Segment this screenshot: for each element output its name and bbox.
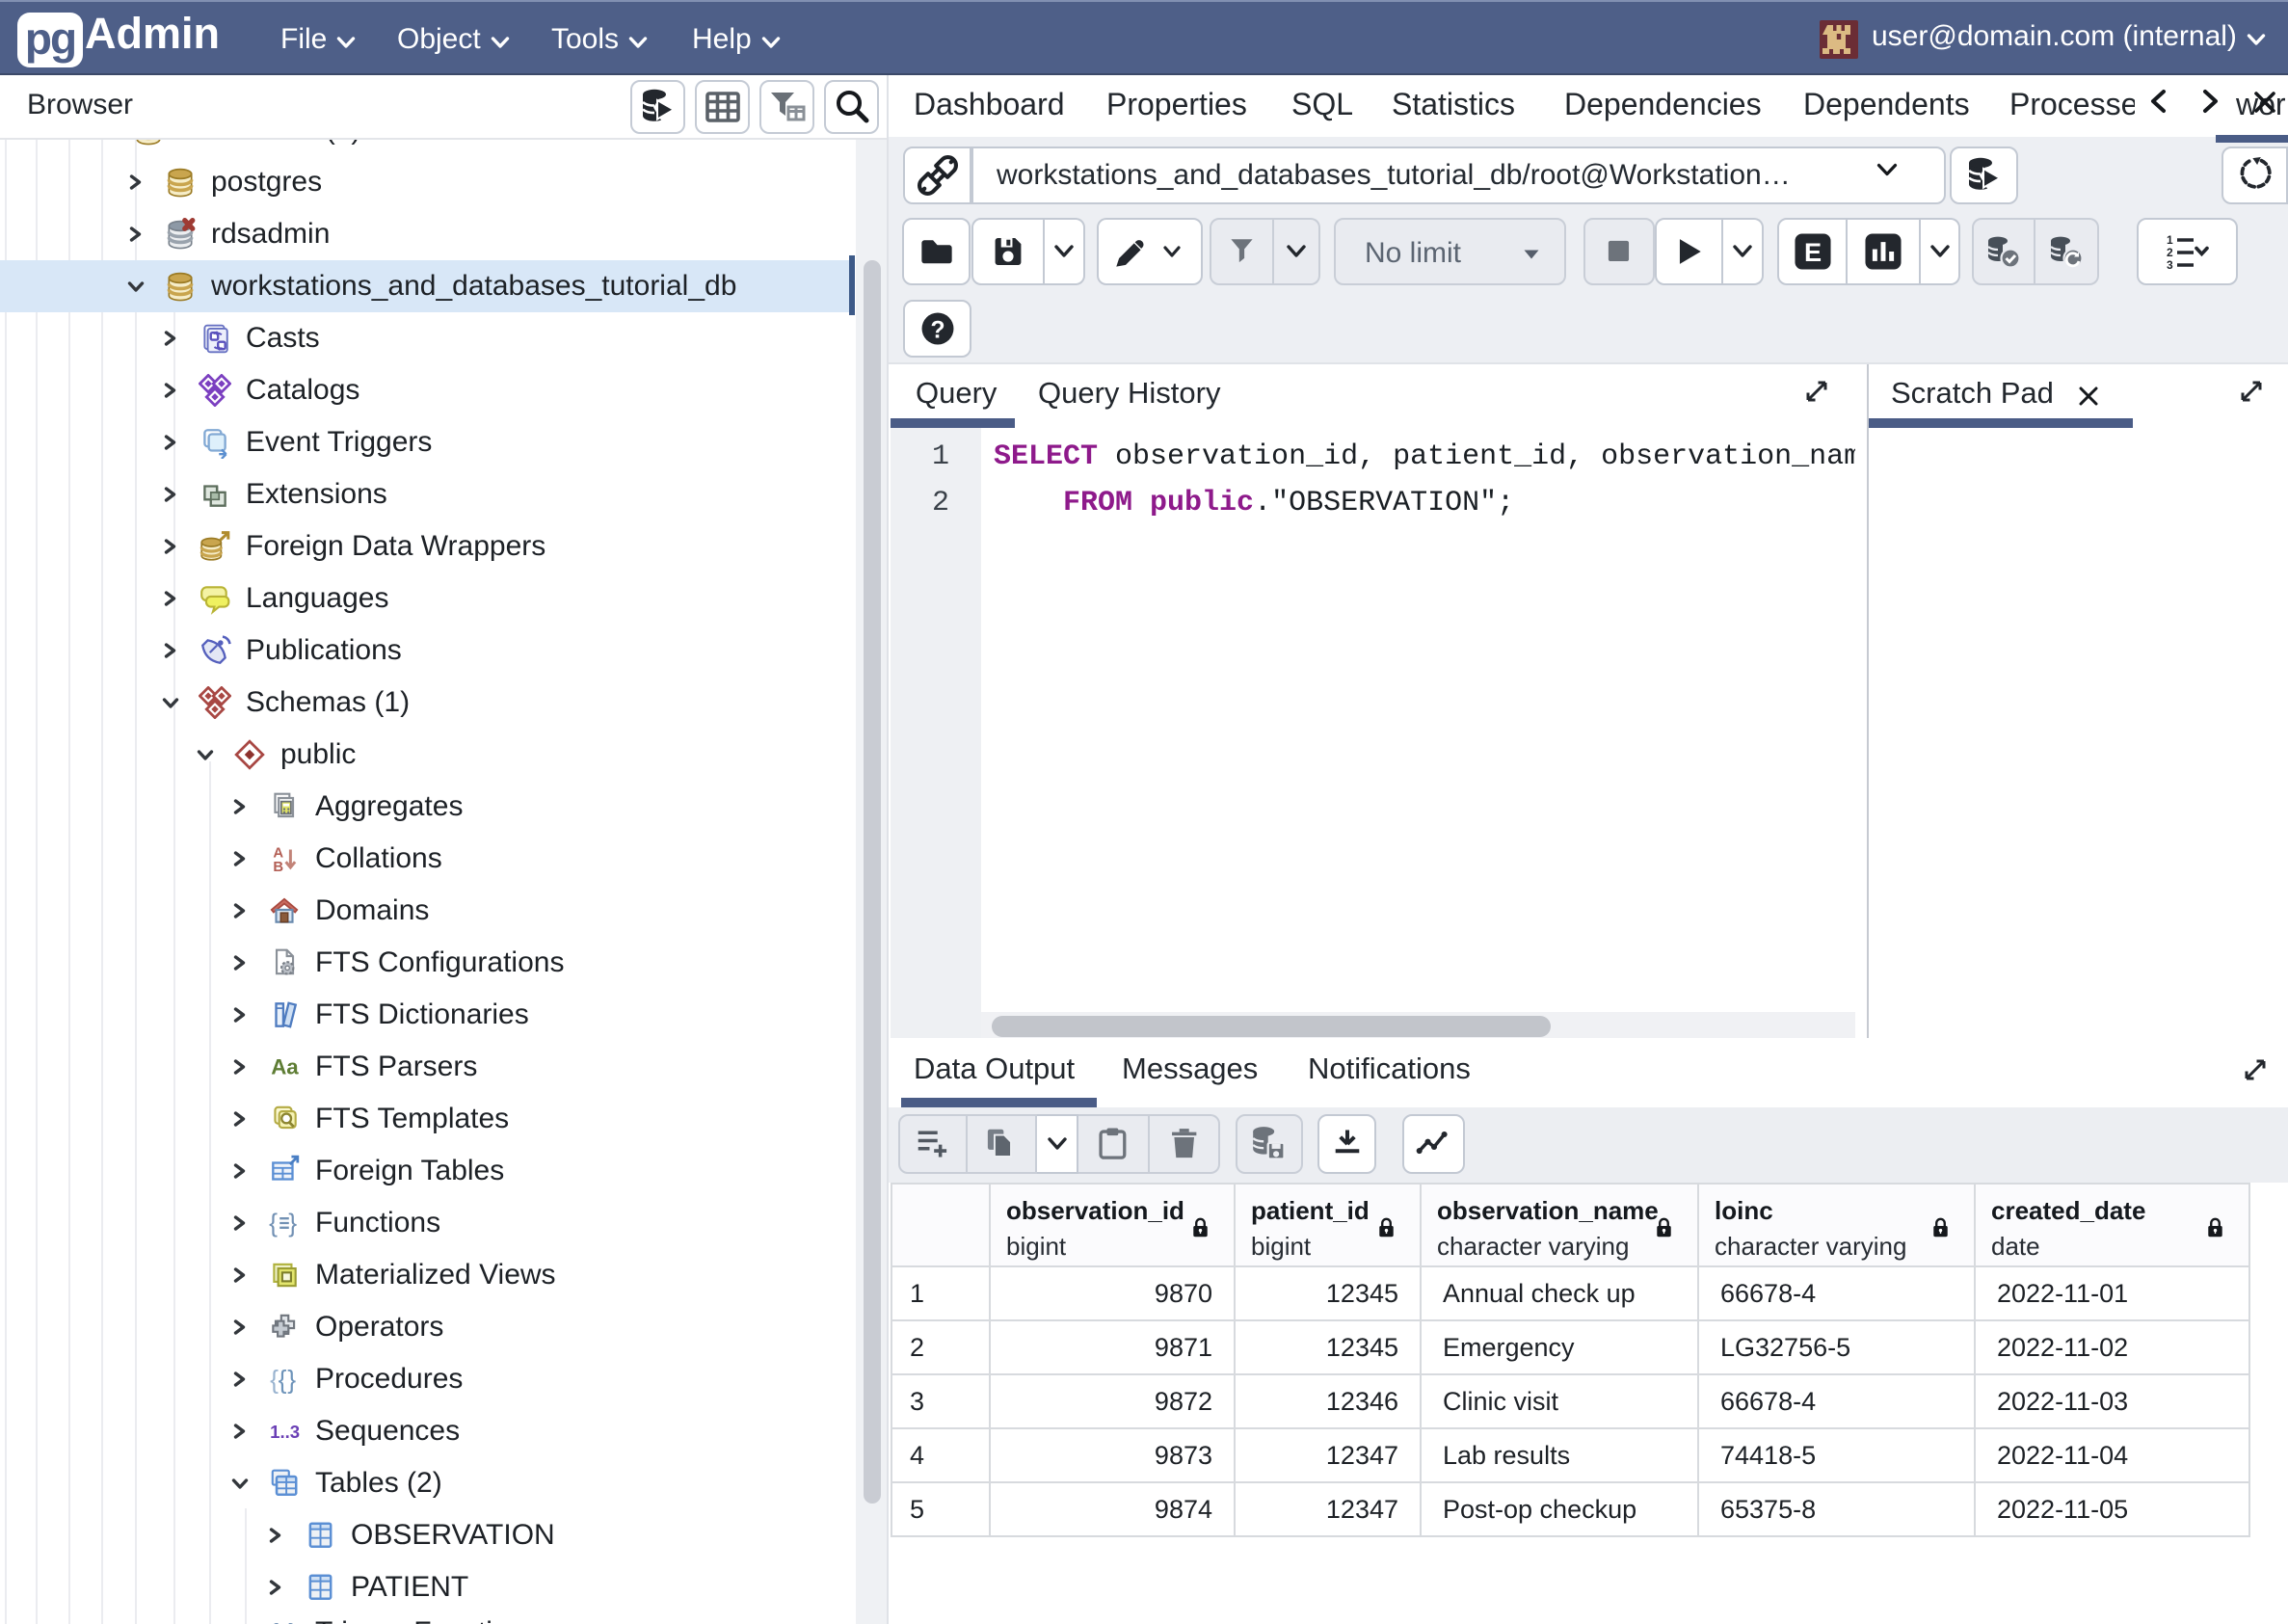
svg-text:1..3: 1..3 — [270, 1422, 300, 1442]
svg-text:}: } — [288, 1619, 297, 1624]
svg-text:{: { — [269, 1209, 278, 1238]
svg-text:{: { — [270, 1619, 279, 1624]
svg-text:}: } — [288, 1209, 297, 1238]
svg-text:{: { — [279, 1366, 287, 1395]
svg-text:}: } — [287, 1366, 296, 1395]
svg-text:2: 2 — [2167, 246, 2173, 259]
svg-text:B: B — [273, 860, 283, 875]
svg-text:E: E — [1803, 237, 1821, 267]
svg-text:3: 3 — [2167, 258, 2173, 271]
svg-text:1: 1 — [2167, 233, 2173, 247]
svg-text:?: ? — [930, 317, 944, 343]
svg-text:Aa: Aa — [271, 1054, 299, 1078]
